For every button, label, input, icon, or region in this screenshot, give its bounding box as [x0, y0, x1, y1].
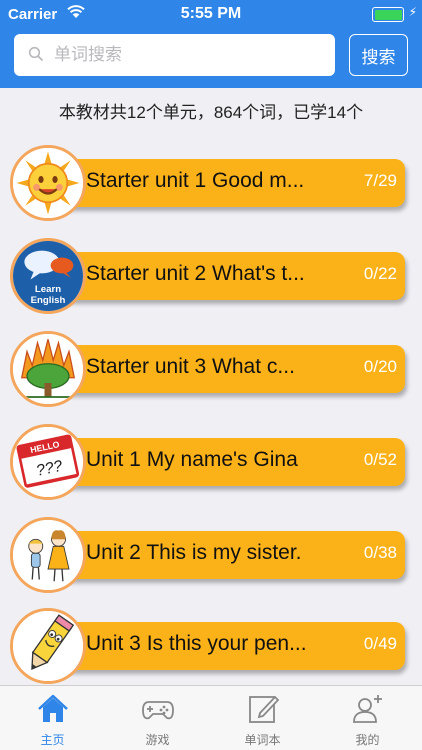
name-tag-icon: HELLO ??? [10, 424, 86, 500]
unit-progress: 7/29 [363, 171, 397, 190]
tab-games-label: 游戏 [145, 733, 170, 747]
tab-home-label: 主页 [40, 733, 65, 747]
tab-bar: 主页 游戏 单词本 我的 [0, 685, 422, 750]
unit-list-item[interactable]: Unit 2 This is my sister. 0/38 [8, 515, 408, 595]
unit-bar[interactable]: Starter unit 1 Good m... 7/29 [56, 159, 405, 207]
notebook-icon [249, 695, 280, 723]
learn-english-icon: Learn English [10, 238, 86, 314]
pencil-icon [10, 608, 86, 684]
unit-progress: 0/38 [363, 543, 397, 562]
unit-title: Unit 1 My name's Gina [86, 448, 298, 471]
unit-title: Starter unit 2 What's t... [86, 262, 305, 285]
tab-wordbook[interactable]: 单词本 [210, 686, 315, 750]
children-icon [10, 517, 86, 593]
charging-icon: ⚡ [408, 5, 417, 19]
unit-progress: 0/20 [363, 357, 397, 376]
textbook-summary: 本教材共12个单元，864个词，已学14个 [58, 103, 364, 122]
tree-icon [10, 331, 86, 407]
unit-title: Starter unit 3 What c... [86, 355, 295, 378]
top-bar: Carrier 5:55 PM ⚡ 搜索 [0, 0, 422, 88]
unit-list-item[interactable]: Unit 1 My name's Gina 0/52 HELLO ??? [8, 422, 408, 502]
tab-games[interactable]: 游戏 [105, 686, 210, 750]
tab-profile[interactable]: 我的 [315, 686, 420, 750]
unit-bar[interactable]: Unit 1 My name's Gina 0/52 [56, 438, 405, 486]
search-box[interactable] [14, 34, 335, 76]
unit-list-item[interactable]: Starter unit 2 What's t... 0/22 Learn En… [8, 236, 408, 316]
unit-title: Unit 3 Is this your pen... [86, 632, 307, 655]
profile-icon [353, 695, 382, 723]
search-input[interactable] [54, 40, 324, 70]
battery-icon [372, 7, 404, 22]
svg-text:English: English [31, 295, 66, 306]
sun-icon [10, 145, 86, 221]
unit-list-item[interactable]: Starter unit 3 What c... 0/20 [8, 329, 408, 409]
tab-profile-label: 我的 [355, 733, 380, 747]
search-icon [28, 46, 44, 62]
unit-progress: 0/52 [363, 450, 397, 469]
gamepad-icon [142, 701, 174, 720]
unit-bar[interactable]: Unit 3 Is this your pen... 0/49 [56, 622, 405, 670]
unit-list-item[interactable]: Starter unit 1 Good m... 7/29 [8, 143, 408, 223]
unit-progress: 0/49 [363, 634, 397, 653]
tab-home[interactable]: 主页 [0, 686, 105, 750]
home-icon [38, 694, 68, 722]
unit-progress: 0/22 [363, 264, 397, 283]
search-button[interactable]: 搜索 [349, 34, 408, 76]
unit-title: Unit 2 This is my sister. [86, 541, 302, 564]
unit-title: Starter unit 1 Good m... [86, 169, 305, 192]
clock: 5:55 PM [180, 5, 242, 22]
unit-bar[interactable]: Starter unit 3 What c... 0/20 [56, 345, 405, 393]
unit-bar[interactable]: Unit 2 This is my sister. 0/38 [56, 531, 405, 579]
status-bar: Carrier 5:55 PM ⚡ [0, 0, 422, 30]
unit-bar[interactable]: Starter unit 2 What's t... 0/22 [56, 252, 405, 300]
svg-text:Learn: Learn [35, 284, 61, 295]
tab-wordbook-label: 单词本 [244, 733, 281, 747]
unit-list-item[interactable]: Unit 3 Is this your pen... 0/49 [8, 606, 408, 686]
